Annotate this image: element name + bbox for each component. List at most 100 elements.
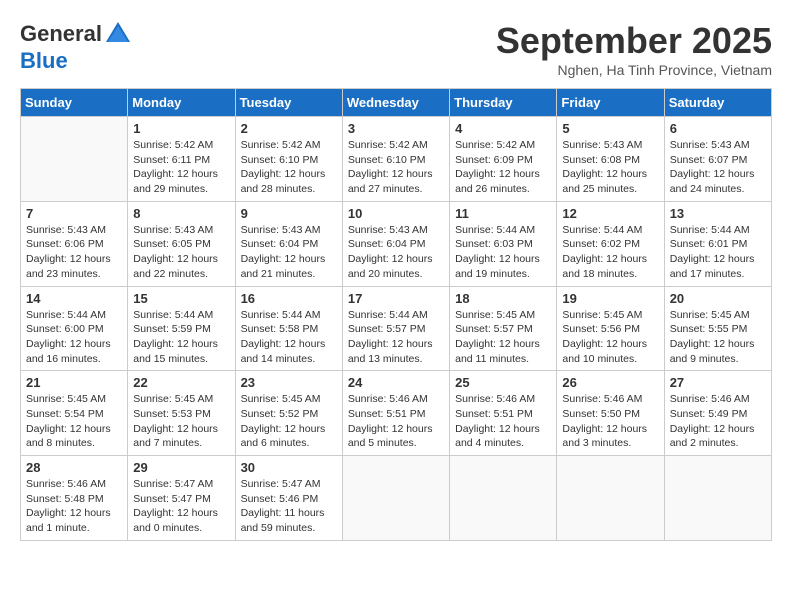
day-number: 28 — [26, 460, 122, 475]
weekday-header: Tuesday — [235, 89, 342, 117]
day-number: 18 — [455, 291, 551, 306]
calendar-cell: 13 Sunrise: 5:44 AM Sunset: 6:01 PM Dayli… — [664, 201, 771, 286]
calendar-cell: 7 Sunrise: 5:43 AM Sunset: 6:06 PM Daylig… — [21, 201, 128, 286]
weekday-header: Sunday — [21, 89, 128, 117]
day-number: 12 — [562, 206, 658, 221]
day-info: Sunrise: 5:43 AM Sunset: 6:05 PM Dayligh… — [133, 223, 229, 282]
day-number: 25 — [455, 375, 551, 390]
day-number: 24 — [348, 375, 444, 390]
weekday-header: Thursday — [450, 89, 557, 117]
day-info: Sunrise: 5:45 AM Sunset: 5:57 PM Dayligh… — [455, 308, 551, 367]
day-info: Sunrise: 5:44 AM Sunset: 6:01 PM Dayligh… — [670, 223, 766, 282]
day-info: Sunrise: 5:45 AM Sunset: 5:54 PM Dayligh… — [26, 392, 122, 451]
calendar-cell: 15Sunrise: 5:44 AM Sunset: 5:59 PM Dayli… — [128, 286, 235, 371]
calendar-cell: 1 Sunrise: 5:42 AM Sunset: 6:11 PM Daylig… — [128, 117, 235, 202]
weekday-header: Friday — [557, 89, 664, 117]
page-header: General Blue September 2025 Nghen, Ha Ti… — [20, 20, 772, 78]
calendar-cell: 8 Sunrise: 5:43 AM Sunset: 6:05 PM Daylig… — [128, 201, 235, 286]
day-info: Sunrise: 5:43 AM Sunset: 6:08 PM Dayligh… — [562, 138, 658, 197]
day-info: Sunrise: 5:43 AM Sunset: 6:04 PM Dayligh… — [348, 223, 444, 282]
day-number: 17 — [348, 291, 444, 306]
calendar-cell: 22Sunrise: 5:45 AM Sunset: 5:53 PM Dayli… — [128, 371, 235, 456]
calendar-cell: 29Sunrise: 5:47 AM Sunset: 5:47 PM Dayli… — [128, 456, 235, 541]
weekday-header-row: SundayMondayTuesdayWednesdayThursdayFrid… — [21, 89, 772, 117]
calendar-cell: 4 Sunrise: 5:42 AM Sunset: 6:09 PM Daylig… — [450, 117, 557, 202]
calendar-cell: 30 Sunrise: 5:47 AM Sunset: 5:46 PM Dayli… — [235, 456, 342, 541]
month-title: September 2025 — [496, 20, 772, 62]
day-number: 20 — [670, 291, 766, 306]
calendar-cell: 14Sunrise: 5:44 AM Sunset: 6:00 PM Dayli… — [21, 286, 128, 371]
calendar-cell: 9Sunrise: 5:43 AM Sunset: 6:04 PM Daylig… — [235, 201, 342, 286]
day-number: 30 — [241, 460, 337, 475]
calendar-cell: 20 Sunrise: 5:45 AM Sunset: 5:55 PM Dayli… — [664, 286, 771, 371]
calendar-week-row: 14Sunrise: 5:44 AM Sunset: 6:00 PM Dayli… — [21, 286, 772, 371]
weekday-header: Saturday — [664, 89, 771, 117]
calendar-cell: 19Sunrise: 5:45 AM Sunset: 5:56 PM Dayli… — [557, 286, 664, 371]
logo-blue-text: Blue — [20, 48, 68, 74]
calendar-cell: 23Sunrise: 5:45 AM Sunset: 5:52 PM Dayli… — [235, 371, 342, 456]
day-info: Sunrise: 5:47 AM Sunset: 5:46 PM Dayligh… — [241, 477, 337, 536]
calendar-cell: 24 Sunrise: 5:46 AM Sunset: 5:51 PM Dayli… — [342, 371, 449, 456]
calendar-cell — [450, 456, 557, 541]
calendar-cell — [21, 117, 128, 202]
day-info: Sunrise: 5:44 AM Sunset: 6:03 PM Dayligh… — [455, 223, 551, 282]
day-number: 4 — [455, 121, 551, 136]
day-info: Sunrise: 5:42 AM Sunset: 6:09 PM Dayligh… — [455, 138, 551, 197]
calendar-cell: 2 Sunrise: 5:42 AM Sunset: 6:10 PM Daylig… — [235, 117, 342, 202]
day-number: 16 — [241, 291, 337, 306]
day-number: 27 — [670, 375, 766, 390]
day-info: Sunrise: 5:45 AM Sunset: 5:55 PM Dayligh… — [670, 308, 766, 367]
day-number: 15 — [133, 291, 229, 306]
calendar-table: SundayMondayTuesdayWednesdayThursdayFrid… — [20, 88, 772, 541]
day-info: Sunrise: 5:42 AM Sunset: 6:10 PM Dayligh… — [241, 138, 337, 197]
day-info: Sunrise: 5:46 AM Sunset: 5:51 PM Dayligh… — [455, 392, 551, 451]
day-number: 2 — [241, 121, 337, 136]
day-number: 1 — [133, 121, 229, 136]
calendar-cell: 18 Sunrise: 5:45 AM Sunset: 5:57 PM Dayli… — [450, 286, 557, 371]
calendar-cell — [664, 456, 771, 541]
day-info: Sunrise: 5:42 AM Sunset: 6:11 PM Dayligh… — [133, 138, 229, 197]
title-block: September 2025 Nghen, Ha Tinh Province, … — [496, 20, 772, 78]
day-number: 19 — [562, 291, 658, 306]
day-info: Sunrise: 5:44 AM Sunset: 6:02 PM Dayligh… — [562, 223, 658, 282]
calendar-cell: 3Sunrise: 5:42 AM Sunset: 6:10 PM Daylig… — [342, 117, 449, 202]
day-number: 14 — [26, 291, 122, 306]
day-info: Sunrise: 5:46 AM Sunset: 5:50 PM Dayligh… — [562, 392, 658, 451]
calendar-cell: 16 Sunrise: 5:44 AM Sunset: 5:58 PM Dayli… — [235, 286, 342, 371]
calendar-cell: 10 Sunrise: 5:43 AM Sunset: 6:04 PM Dayli… — [342, 201, 449, 286]
calendar-cell — [557, 456, 664, 541]
day-number: 10 — [348, 206, 444, 221]
calendar-cell: 25 Sunrise: 5:46 AM Sunset: 5:51 PM Dayli… — [450, 371, 557, 456]
day-info: Sunrise: 5:45 AM Sunset: 5:53 PM Dayligh… — [133, 392, 229, 451]
calendar-cell: 28Sunrise: 5:46 AM Sunset: 5:48 PM Dayli… — [21, 456, 128, 541]
location: Nghen, Ha Tinh Province, Vietnam — [496, 62, 772, 78]
day-info: Sunrise: 5:43 AM Sunset: 6:06 PM Dayligh… — [26, 223, 122, 282]
logo-general-text: General — [20, 21, 102, 47]
calendar-cell — [342, 456, 449, 541]
logo: General Blue — [20, 20, 132, 74]
day-info: Sunrise: 5:44 AM Sunset: 5:57 PM Dayligh… — [348, 308, 444, 367]
calendar-cell: 21Sunrise: 5:45 AM Sunset: 5:54 PM Dayli… — [21, 371, 128, 456]
day-info: Sunrise: 5:43 AM Sunset: 6:04 PM Dayligh… — [241, 223, 337, 282]
calendar-cell: 27 Sunrise: 5:46 AM Sunset: 5:49 PM Dayli… — [664, 371, 771, 456]
calendar-cell: 17 Sunrise: 5:44 AM Sunset: 5:57 PM Dayli… — [342, 286, 449, 371]
calendar-cell: 12 Sunrise: 5:44 AM Sunset: 6:02 PM Dayli… — [557, 201, 664, 286]
calendar-week-row: 28Sunrise: 5:46 AM Sunset: 5:48 PM Dayli… — [21, 456, 772, 541]
day-number: 6 — [670, 121, 766, 136]
calendar-week-row: 1 Sunrise: 5:42 AM Sunset: 6:11 PM Daylig… — [21, 117, 772, 202]
day-info: Sunrise: 5:46 AM Sunset: 5:51 PM Dayligh… — [348, 392, 444, 451]
day-number: 26 — [562, 375, 658, 390]
calendar-cell: 11Sunrise: 5:44 AM Sunset: 6:03 PM Dayli… — [450, 201, 557, 286]
day-info: Sunrise: 5:46 AM Sunset: 5:49 PM Dayligh… — [670, 392, 766, 451]
day-info: Sunrise: 5:44 AM Sunset: 5:58 PM Dayligh… — [241, 308, 337, 367]
day-number: 13 — [670, 206, 766, 221]
calendar-week-row: 7 Sunrise: 5:43 AM Sunset: 6:06 PM Daylig… — [21, 201, 772, 286]
logo-icon — [104, 20, 132, 48]
day-info: Sunrise: 5:43 AM Sunset: 6:07 PM Dayligh… — [670, 138, 766, 197]
day-number: 7 — [26, 206, 122, 221]
day-info: Sunrise: 5:42 AM Sunset: 6:10 PM Dayligh… — [348, 138, 444, 197]
day-number: 8 — [133, 206, 229, 221]
day-number: 29 — [133, 460, 229, 475]
calendar-cell: 26 Sunrise: 5:46 AM Sunset: 5:50 PM Dayli… — [557, 371, 664, 456]
day-info: Sunrise: 5:45 AM Sunset: 5:52 PM Dayligh… — [241, 392, 337, 451]
